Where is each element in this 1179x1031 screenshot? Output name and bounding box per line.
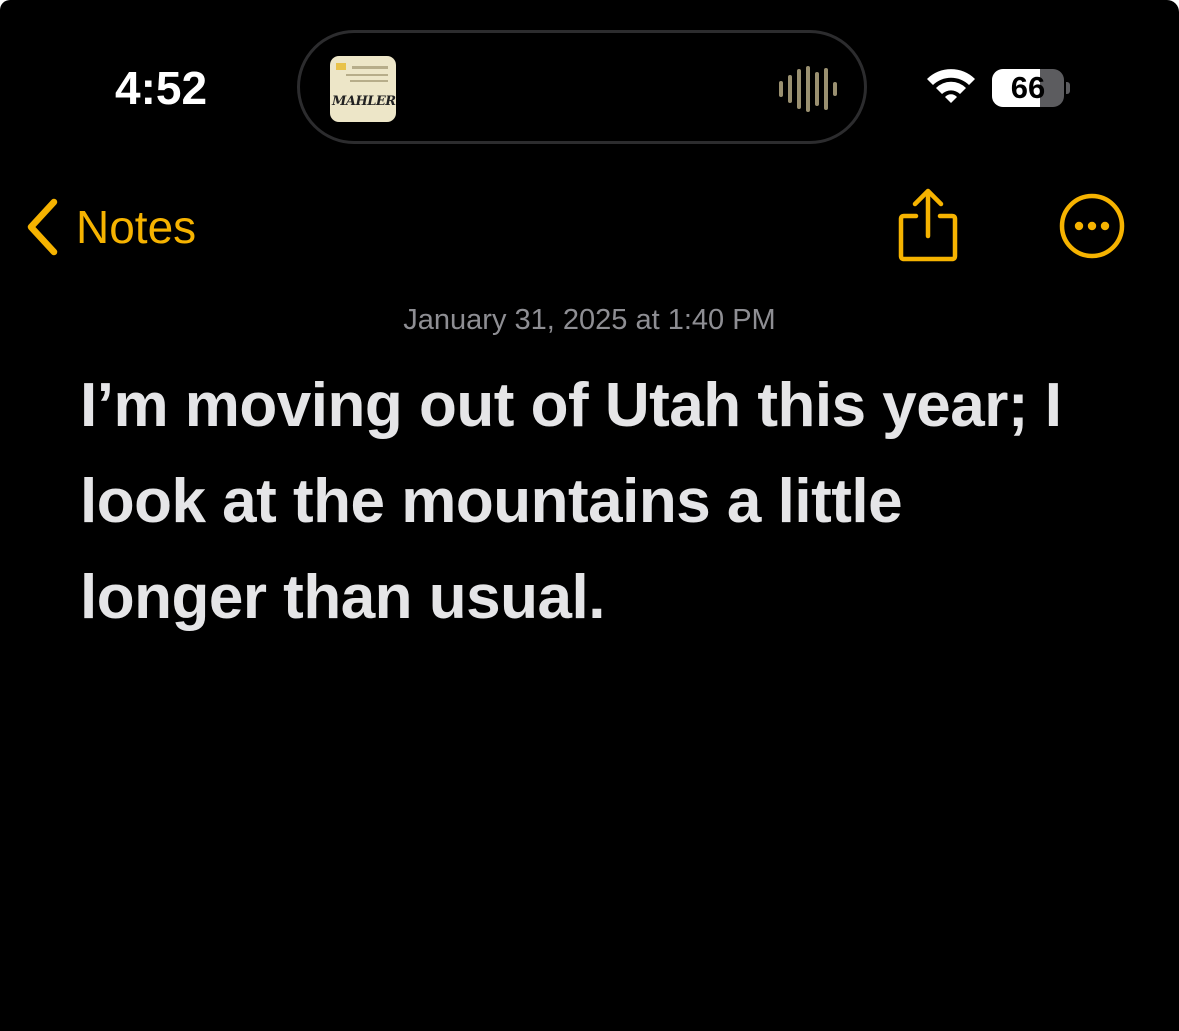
battery-percent: 66 (1010, 70, 1046, 105)
note-date: January 31, 2025 at 1:40 PM (403, 304, 776, 336)
ellipsis-circle-icon[interactable] (1058, 192, 1126, 260)
album-text-line (350, 80, 388, 82)
notes-screen: 4:52 MAHLER 66 Notes January 31, 2025 at… (0, 0, 1179, 1031)
chevron-left-icon (27, 198, 58, 256)
album-art[interactable]: MAHLER (330, 56, 396, 122)
album-text-line (352, 66, 388, 69)
album-label-mark (336, 63, 346, 70)
dynamic-island[interactable]: MAHLER (297, 30, 867, 144)
note-body[interactable]: I’m moving out of Utah this year; I look… (80, 358, 1090, 646)
album-text-line (346, 74, 388, 76)
battery-tip (1066, 82, 1070, 94)
waveform-icon (779, 66, 837, 112)
wifi-icon (927, 69, 975, 103)
album-title: MAHLER (332, 94, 396, 109)
status-time: 4:52 (115, 62, 208, 114)
share-icon[interactable] (893, 186, 963, 266)
back-label: Notes (76, 201, 197, 253)
battery-indicator: 66 (992, 69, 1064, 107)
back-button[interactable]: Notes (22, 192, 242, 262)
